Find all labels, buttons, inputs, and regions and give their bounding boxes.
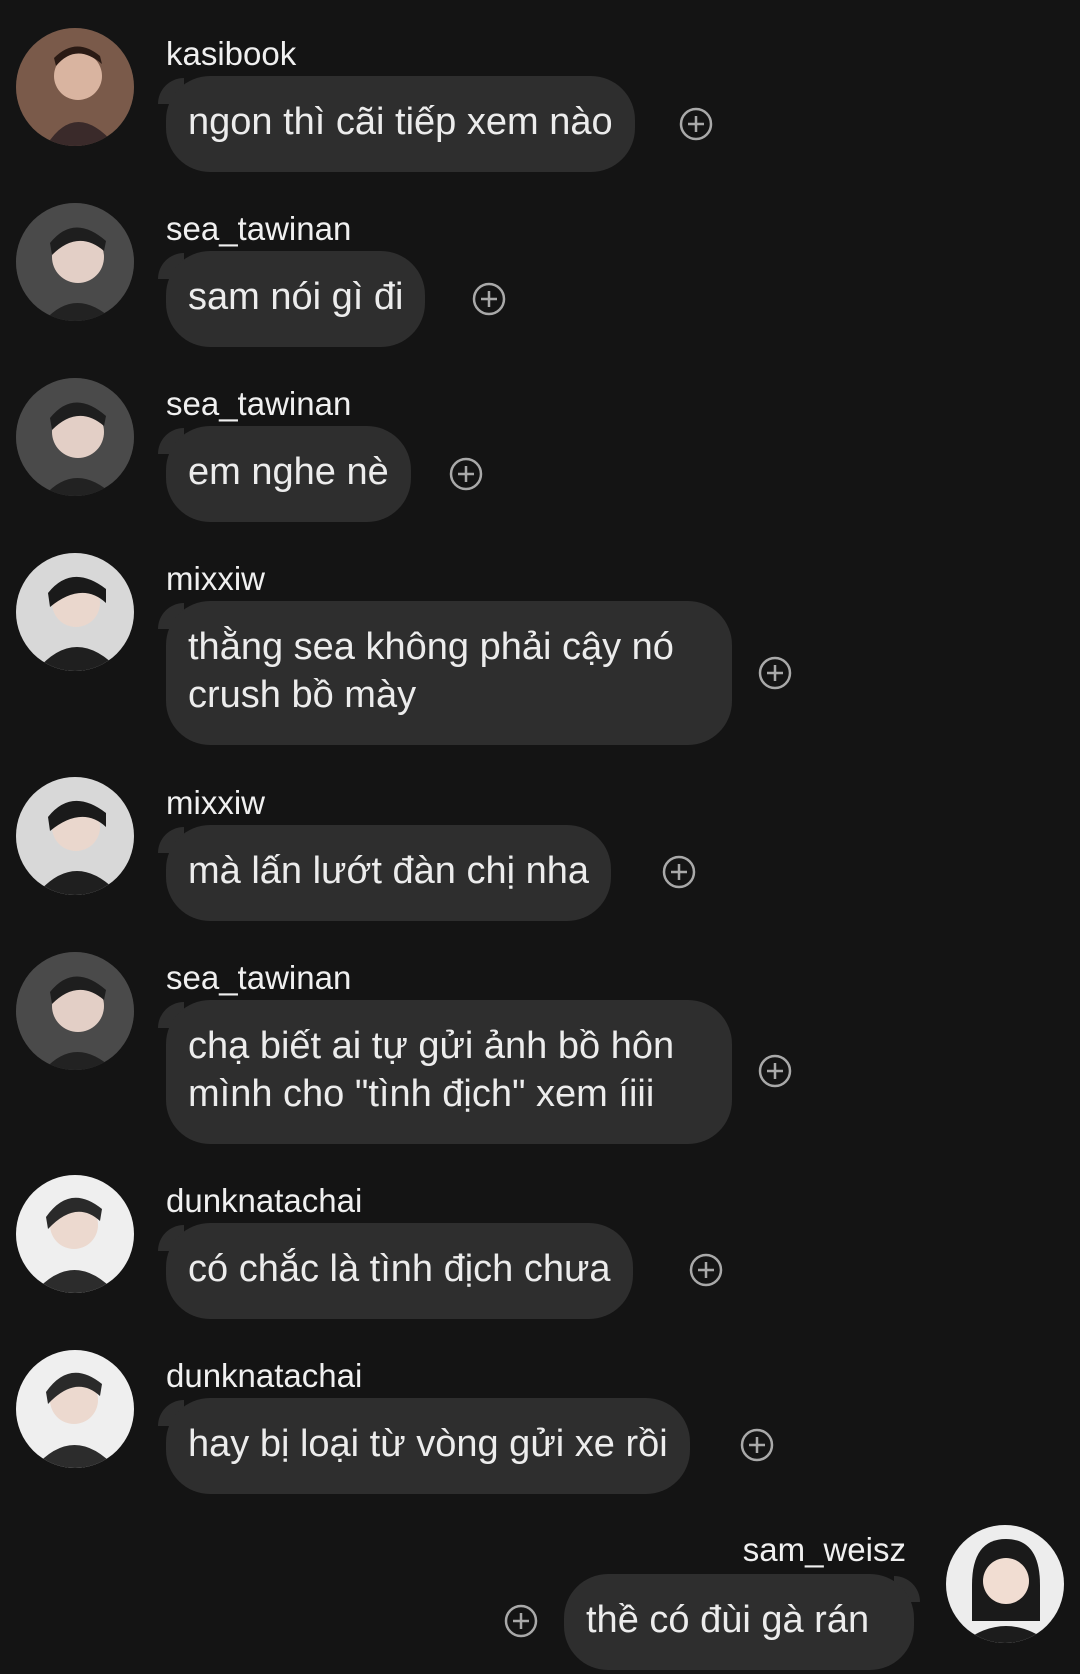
message-bubble[interactable]: thề có đùi gà rán [564, 1574, 914, 1670]
username: sam_weisz [742, 1531, 906, 1568]
message-bubble[interactable]: em nghe nè [166, 426, 411, 522]
user-avatar[interactable] [16, 203, 134, 321]
add-reaction-icon[interactable] [758, 1054, 792, 1088]
username: mixxiw [166, 784, 265, 821]
username: kasibook [166, 35, 297, 72]
add-reaction-icon[interactable] [472, 282, 506, 316]
username: sea_tawinan [166, 210, 352, 247]
message-bubble[interactable]: sam nói gì đi [166, 251, 426, 347]
add-reaction-icon[interactable] [504, 1604, 538, 1638]
user-avatar[interactable] [16, 777, 134, 895]
user-avatar[interactable] [16, 1350, 134, 1468]
user-avatar[interactable] [16, 378, 134, 496]
username: sea_tawinan [166, 385, 352, 422]
message-bubble[interactable]: có chắc là tình địch chưa [166, 1223, 633, 1319]
message-bubble[interactable]: mà lấn lướt đàn chị nha [166, 825, 612, 921]
user-avatar[interactable] [16, 28, 134, 146]
message-bubble[interactable]: thằng sea không phải cậy nó crush bồ mày [166, 601, 732, 745]
user-avatar[interactable] [16, 952, 134, 1070]
username: dunknatachai [166, 1357, 363, 1394]
add-reaction-icon[interactable] [679, 107, 713, 141]
add-reaction-icon[interactable] [758, 656, 792, 690]
user-avatar[interactable] [946, 1525, 1064, 1643]
message-bubble[interactable]: chạ biết ai tự gửi ảnh bồ hôn mình cho "… [166, 1000, 732, 1144]
add-reaction-icon[interactable] [449, 457, 483, 491]
user-avatar[interactable] [16, 553, 134, 671]
message-bubble[interactable]: hay bị loại từ vòng gửi xe rồi [166, 1398, 690, 1494]
add-reaction-icon[interactable] [740, 1428, 774, 1462]
add-reaction-icon[interactable] [662, 855, 696, 889]
username: mixxiw [166, 560, 265, 597]
username: sea_tawinan [166, 959, 352, 996]
message-bubble[interactable]: ngon thì cãi tiếp xem nào [166, 76, 635, 172]
user-avatar[interactable] [16, 1175, 134, 1293]
add-reaction-icon[interactable] [689, 1253, 723, 1287]
username: dunknatachai [166, 1182, 363, 1219]
